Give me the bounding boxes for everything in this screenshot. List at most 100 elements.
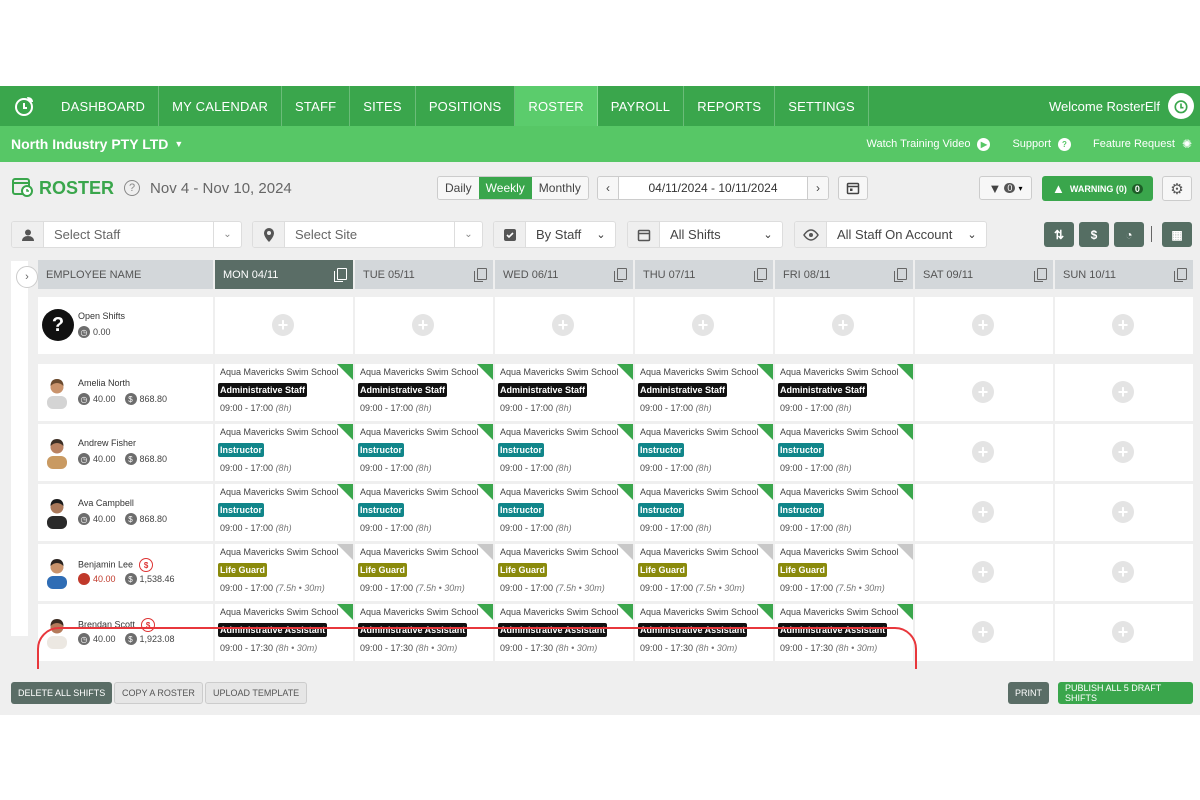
add-shift-icon[interactable]: + [272,314,294,336]
add-shift-icon[interactable]: + [972,381,994,403]
add-shift-icon[interactable]: + [1112,561,1134,583]
nav-reports[interactable]: REPORTS [684,86,776,126]
shift-card[interactable]: Aqua Mavericks Swim School Administrative… [635,604,773,661]
shift-card[interactable]: Aqua Mavericks Swim School Instructor 09:0… [635,424,773,481]
staff-select[interactable]: Select Staff ⌄ [11,221,242,248]
shift-card[interactable]: Aqua Mavericks Swim School Life Guard 09:0… [775,544,913,601]
shift-card[interactable]: Aqua Mavericks Swim School Life Guard 09:0… [495,544,633,601]
filter-button[interactable]: ▼ 0 ▾ [979,176,1032,200]
cost-toggle-button[interactable]: $ [1079,222,1109,247]
add-shift-icon[interactable]: + [972,561,994,583]
nav-dashboard[interactable]: DASHBOARD [48,86,160,126]
shift-card[interactable]: Aqua Mavericks Swim School Instructor 09:0… [775,424,913,481]
calendar-view-button[interactable]: ▦ [1162,222,1192,247]
feature-request-link[interactable]: Feature Request ✺ [1093,137,1192,151]
empty-day-cell[interactable]: + [775,297,913,354]
copy-icon[interactable] [334,268,347,282]
empty-day-cell[interactable]: + [1055,364,1193,421]
empty-day-cell[interactable]: + [915,484,1053,541]
copy-icon[interactable] [614,268,627,282]
shift-card[interactable]: Aqua Mavericks Swim School Instructor 09:0… [215,424,353,481]
employee-cell[interactable]: Ava Campbell ◷ 40.00 $868.80 [38,484,213,541]
empty-day-cell[interactable]: + [915,297,1053,354]
shifts-select[interactable]: All Shifts ⌄ [627,221,783,248]
watch-training-video-link[interactable]: Watch Training Video ▶ [867,137,991,151]
employee-name[interactable]: Brendan Scott $ [78,618,156,632]
chevron-right-icon[interactable]: › [16,266,38,288]
site-select[interactable]: Select Site ⌄ [252,221,483,248]
nav-sites[interactable]: SITES [350,86,416,126]
day-header[interactable]: MON 04/11 [215,260,353,289]
empty-day-cell[interactable]: + [495,297,633,354]
shift-card[interactable]: Aqua Mavericks Swim School Life Guard 09:0… [355,544,493,601]
nav-positions[interactable]: POSITIONS [416,86,516,126]
empty-day-cell[interactable]: + [915,604,1053,661]
view-daily-button[interactable]: Daily [438,177,479,199]
shift-card[interactable]: Aqua Mavericks Swim School Life Guard 09:0… [215,544,353,601]
day-header[interactable]: WED 06/11 [495,260,633,289]
shift-card[interactable]: Aqua Mavericks Swim School Administrative… [215,364,353,421]
settings-button[interactable]: ⚙ [1162,176,1192,201]
add-shift-icon[interactable]: + [1112,621,1134,643]
chevron-right-icon[interactable]: › [808,177,828,199]
add-shift-icon[interactable]: + [1112,501,1134,523]
add-shift-icon[interactable]: + [972,501,994,523]
view-weekly-button[interactable]: Weekly [478,177,532,199]
empty-day-cell[interactable]: + [1055,297,1193,354]
copy-roster-button[interactable]: COPY A ROSTER [114,682,203,704]
shift-card[interactable]: Aqua Mavericks Swim School Administrative… [775,364,913,421]
add-shift-icon[interactable]: + [1112,441,1134,463]
nav-payroll[interactable]: PAYROLL [598,86,685,126]
day-header[interactable]: THU 07/11 [635,260,773,289]
add-shift-icon[interactable]: + [972,441,994,463]
employee-cell[interactable]: Amelia North ◷ 40.00 $868.80 [38,364,213,421]
copy-icon[interactable] [894,268,907,282]
date-range-input[interactable]: 04/11/2024 - 10/11/2024 [618,177,808,199]
empty-day-cell[interactable]: + [1055,424,1193,481]
chevron-left-icon[interactable]: ‹ [598,177,618,199]
shift-card[interactable]: Aqua Mavericks Swim School Administrative… [355,604,493,661]
empty-day-cell[interactable]: + [915,364,1053,421]
shift-card[interactable]: Aqua Mavericks Swim School Instructor 09:0… [355,484,493,541]
shift-card[interactable]: Aqua Mavericks Swim School Instructor 09:0… [775,484,913,541]
upload-template-button[interactable]: UPLOAD TEMPLATE [205,682,308,704]
shift-card[interactable]: Aqua Mavericks Swim School Instructor 09:0… [355,424,493,481]
copy-icon[interactable] [474,268,487,282]
copy-icon[interactable] [1034,268,1047,282]
empty-day-cell[interactable]: + [215,297,353,354]
nav-settings[interactable]: SETTINGS [775,86,869,126]
support-link[interactable]: Support? [1012,137,1071,151]
print-button[interactable]: PRINT [1008,682,1049,704]
day-header[interactable]: SUN 10/11 [1055,260,1193,289]
add-shift-icon[interactable]: + [1112,381,1134,403]
empty-day-cell[interactable]: + [1055,604,1193,661]
day-header[interactable]: TUE 05/11 [355,260,493,289]
copy-icon[interactable] [754,268,767,282]
rosterelf-logo-icon[interactable] [0,86,48,126]
publish-drafts-button[interactable]: PUBLISH ALL 5 DRAFT SHIFTS [1058,682,1193,704]
empty-day-cell[interactable]: + [355,297,493,354]
nav-roster[interactable]: ROSTER [515,86,598,126]
company-selector[interactable]: North Industry PTY LTD [11,136,168,152]
shift-card[interactable]: Aqua Mavericks Swim School Instructor 09:0… [495,424,633,481]
employee-cell[interactable]: Benjamin Lee $ ◷ 40.00 $1,538.46 [38,544,213,601]
shift-card[interactable]: Aqua Mavericks Swim School Administrative… [495,604,633,661]
nav-my-calendar[interactable]: MY CALENDAR [159,86,283,126]
swap-icon[interactable]: $ [139,558,154,572]
warning-button[interactable]: ▲ WARNING (0) 0 [1042,176,1153,201]
calendar-picker-button[interactable] [838,176,868,200]
shift-card[interactable]: Aqua Mavericks Swim School Administrative… [495,364,633,421]
copy-icon[interactable] [1174,268,1187,282]
shift-card[interactable]: Aqua Mavericks Swim School Instructor 09:0… [215,484,353,541]
employee-name[interactable]: Benjamin Lee $ [78,558,154,572]
shift-card[interactable]: Aqua Mavericks Swim School Administrative… [775,604,913,661]
shift-card[interactable]: Aqua Mavericks Swim School Administrative… [355,364,493,421]
empty-day-cell[interactable]: + [1055,544,1193,601]
add-shift-icon[interactable]: + [972,314,994,336]
shift-card[interactable]: Aqua Mavericks Swim School Instructor 09:0… [635,484,773,541]
nav-staff[interactable]: STAFF [282,86,351,126]
shift-card[interactable]: Aqua Mavericks Swim School Life Guard 09:0… [635,544,773,601]
add-shift-icon[interactable]: + [412,314,434,336]
add-shift-icon[interactable]: + [972,621,994,643]
delete-all-shifts-button[interactable]: DELETE ALL SHIFTS [11,682,113,704]
